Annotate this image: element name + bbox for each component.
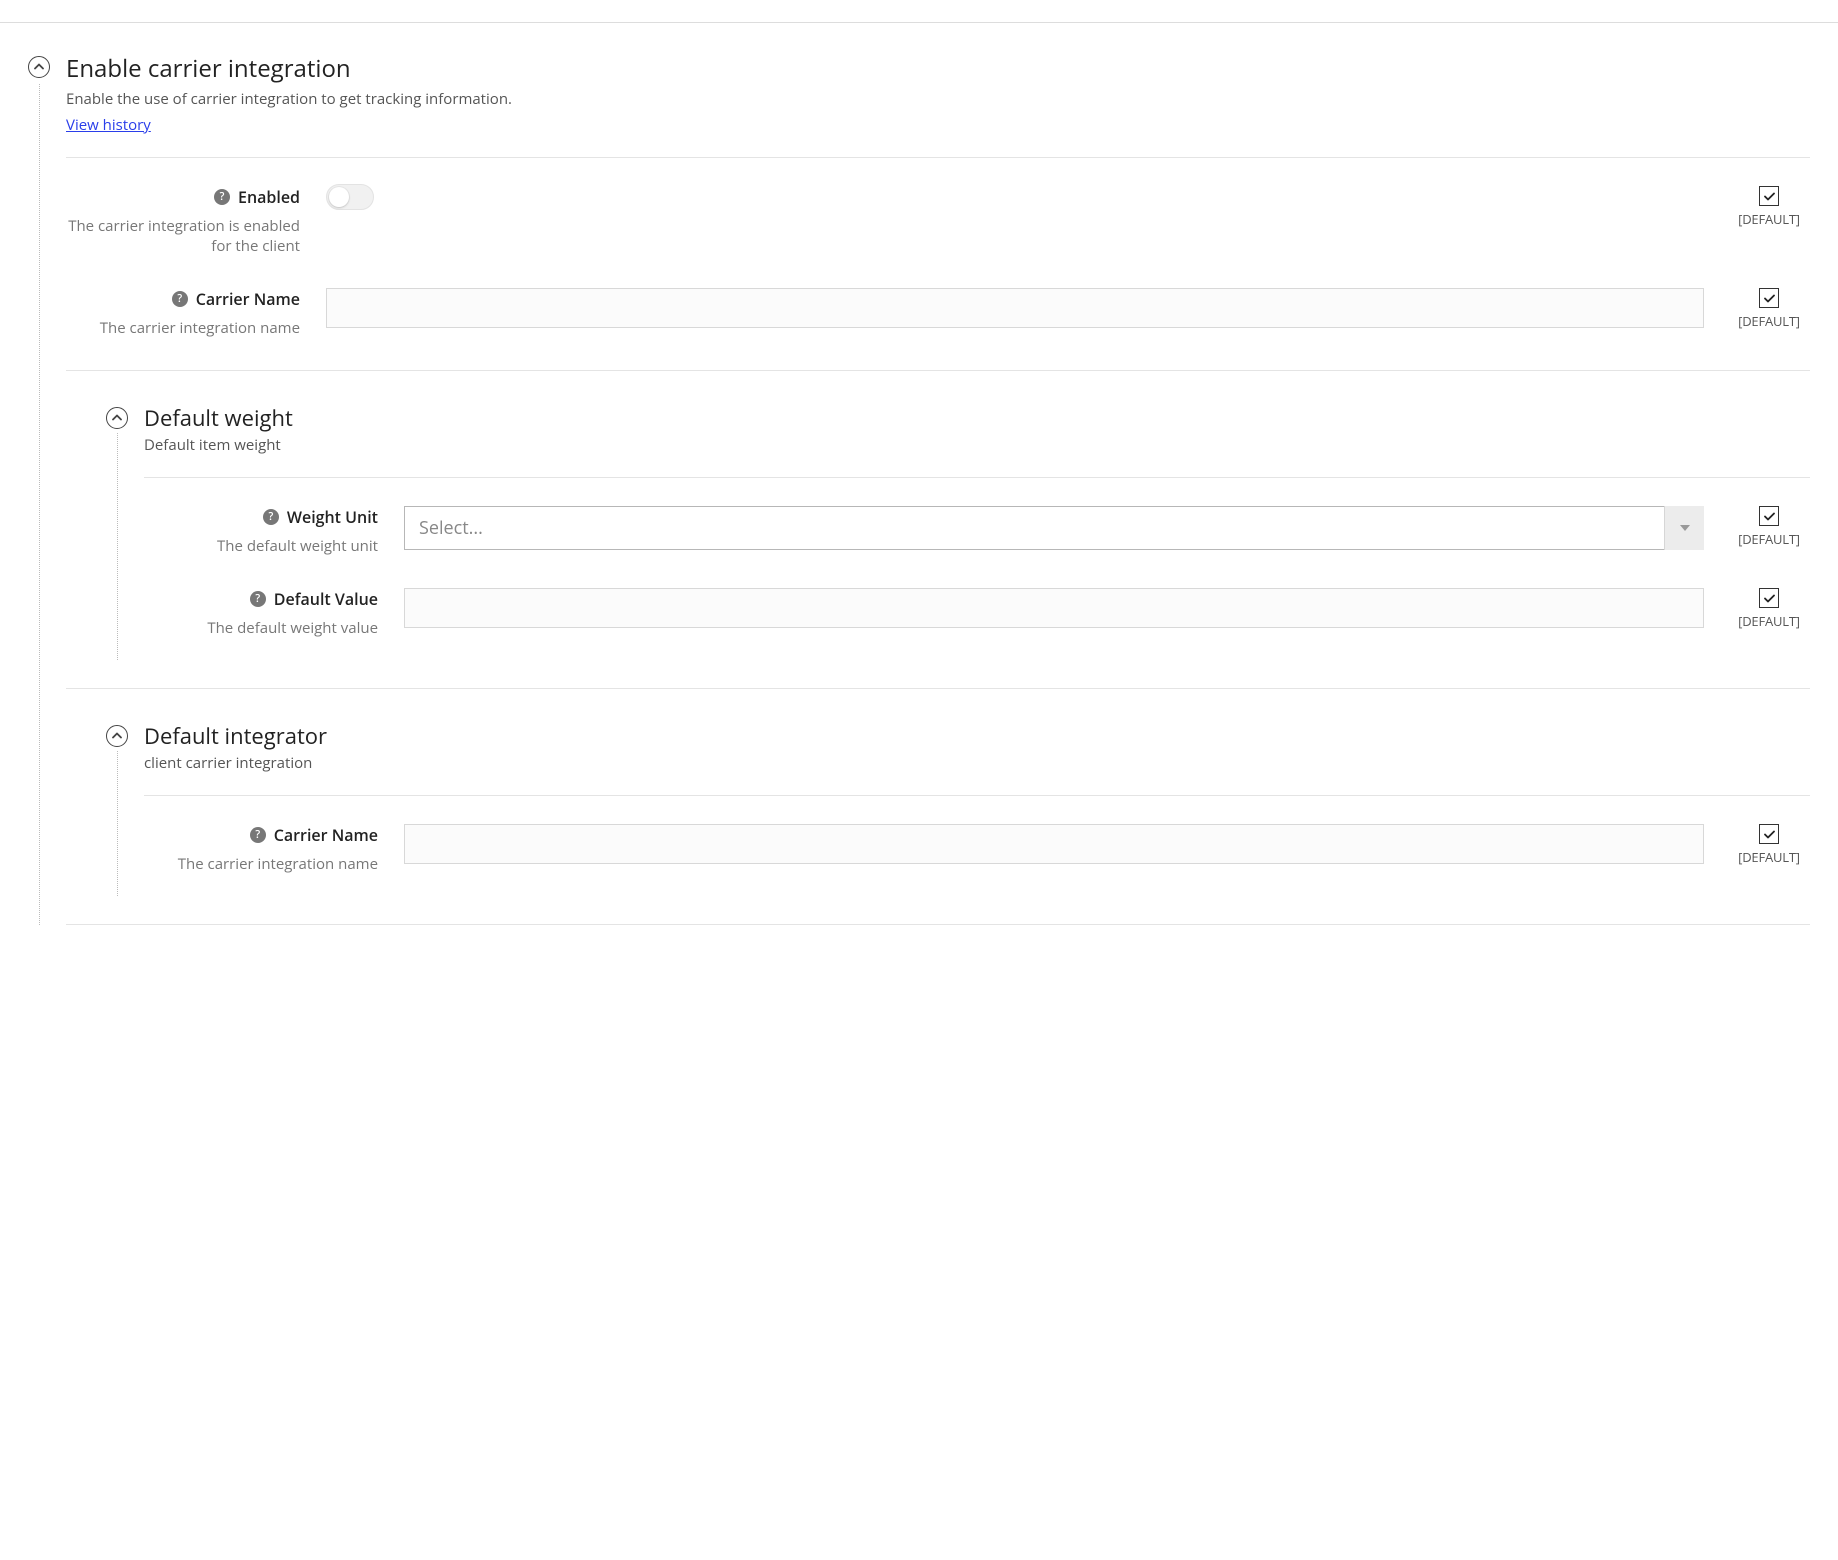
settings-page: Enable carrier integration Enable the us… <box>0 38 1838 983</box>
default-label: [DEFAULT] <box>1728 848 1810 866</box>
default-checkbox[interactable] <box>1759 588 1779 608</box>
default-label: [DEFAULT] <box>1728 612 1810 630</box>
chevron-down-icon <box>1664 506 1704 550</box>
field-help-text: The carrier integration name <box>144 854 378 874</box>
tree-line <box>117 433 118 660</box>
default-checkbox[interactable] <box>1759 288 1779 308</box>
default-label: [DEFAULT] <box>1728 530 1810 548</box>
help-icon[interactable]: ? <box>250 827 266 843</box>
help-icon[interactable]: ? <box>172 291 188 307</box>
default-value-input[interactable] <box>404 588 1704 628</box>
collapse-toggle[interactable] <box>106 407 128 429</box>
tree-line <box>39 84 40 925</box>
field-help-text: The default weight value <box>144 618 378 638</box>
carrier-name-input[interactable] <box>326 288 1704 328</box>
section-carrier-integration: Enable carrier integration Enable the us… <box>28 38 1810 925</box>
section-header: Enable carrier integration Enable the us… <box>28 38 1810 147</box>
section-default-weight: Default weight Default item weight ? Wei… <box>106 389 1810 660</box>
divider <box>66 370 1810 371</box>
field-help-text: The carrier integration is enabled for t… <box>66 216 300 256</box>
divider <box>66 157 1810 158</box>
default-label: [DEFAULT] <box>1728 210 1810 228</box>
field-label: Carrier Name <box>274 824 378 846</box>
help-icon[interactable]: ? <box>263 509 279 525</box>
help-icon[interactable]: ? <box>214 189 230 205</box>
field-help-text: The carrier integration name <box>66 318 300 338</box>
section-default-integrator: Default integrator client carrier integr… <box>106 707 1810 896</box>
default-label: [DEFAULT] <box>1728 312 1810 330</box>
subsection-header: Default integrator client carrier integr… <box>106 707 1810 785</box>
section-body: ? Enabled The carrier integration is ena… <box>66 157 1810 925</box>
view-history-link[interactable]: View history <box>66 115 151 135</box>
divider <box>66 924 1810 925</box>
field-label: Enabled <box>238 186 300 208</box>
collapse-toggle[interactable] <box>28 56 50 78</box>
default-checkbox[interactable] <box>1759 506 1779 526</box>
field-help-text: The default weight unit <box>144 536 378 556</box>
field-label: Weight Unit <box>287 506 378 528</box>
field-label: Default Value <box>274 588 378 610</box>
field-weight-unit: ? Weight Unit The default weight unit Se… <box>144 496 1810 578</box>
divider <box>144 795 1810 796</box>
field-enabled: ? Enabled The carrier integration is ena… <box>66 176 1810 278</box>
default-checkbox[interactable] <box>1759 186 1779 206</box>
divider <box>66 688 1810 689</box>
subsection-description: client carrier integration <box>144 753 1810 773</box>
default-checkbox[interactable] <box>1759 824 1779 844</box>
field-default-value: ? Default Value The default weight value <box>144 578 1810 660</box>
subsection-title: Default integrator <box>144 721 1810 751</box>
tree-line <box>117 751 118 896</box>
weight-unit-select[interactable]: Select... <box>404 506 1704 550</box>
subsection-description: Default item weight <box>144 435 1810 455</box>
divider <box>144 477 1810 478</box>
enabled-toggle[interactable] <box>326 184 374 210</box>
help-icon[interactable]: ? <box>250 591 266 607</box>
integrator-carrier-name-input[interactable] <box>404 824 1704 864</box>
top-divider <box>0 22 1838 23</box>
section-description: Enable the use of carrier integration to… <box>66 89 1810 109</box>
field-integrator-carrier-name: ? Carrier Name The carrier integration n… <box>144 814 1810 896</box>
collapse-toggle[interactable] <box>106 725 128 747</box>
section-title: Enable carrier integration <box>66 52 1810 85</box>
subsection-title: Default weight <box>144 403 1810 433</box>
subsection-header: Default weight Default item weight <box>106 389 1810 467</box>
field-label: Carrier Name <box>196 288 300 310</box>
select-placeholder: Select... <box>419 516 483 540</box>
field-carrier-name: ? Carrier Name The carrier integration n… <box>66 278 1810 360</box>
